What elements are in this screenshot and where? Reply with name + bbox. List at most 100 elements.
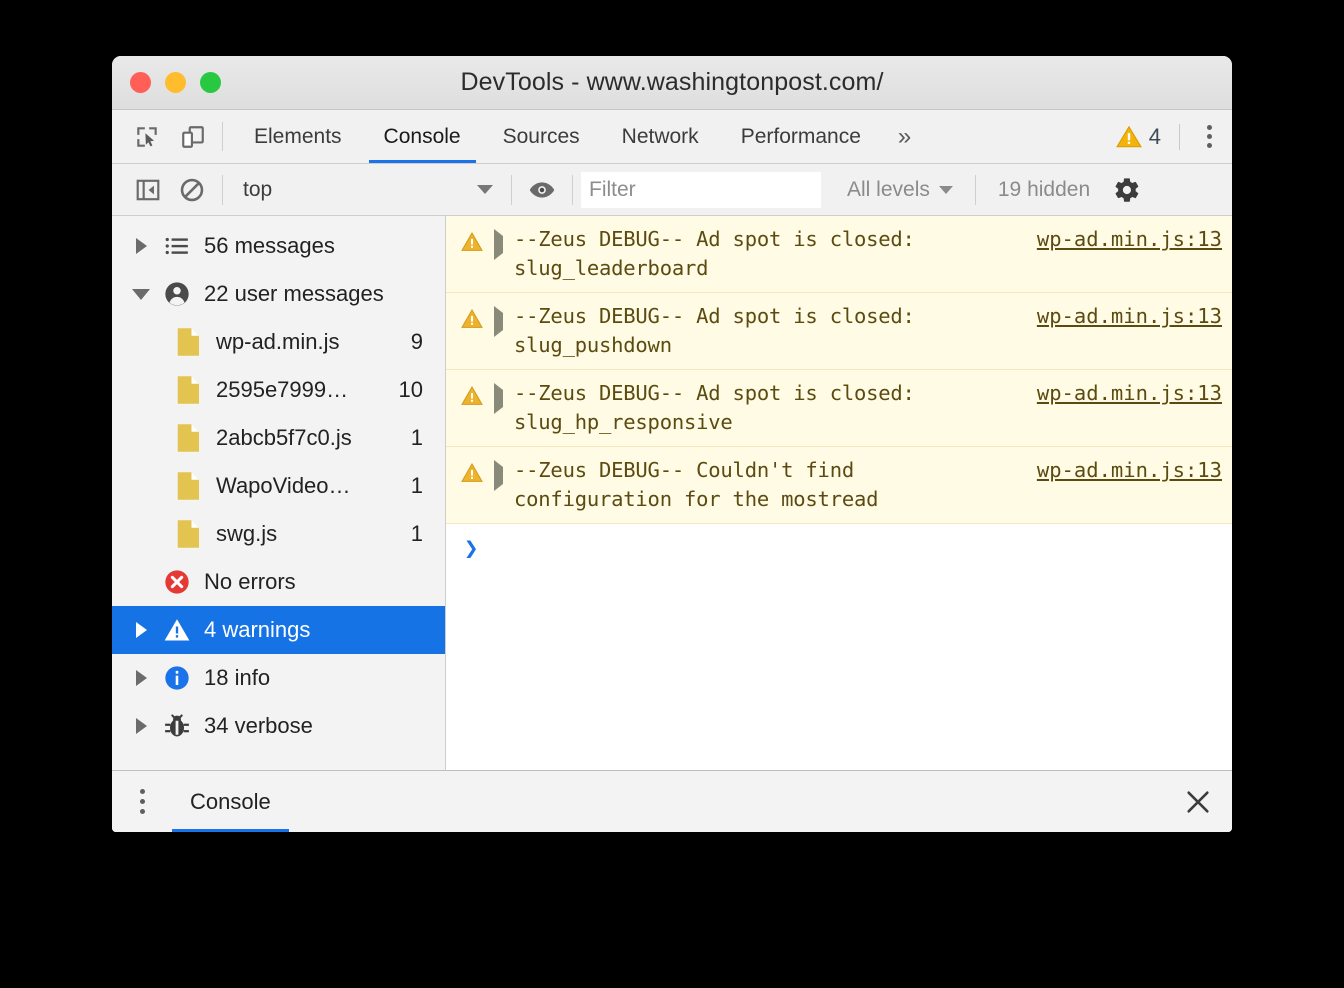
error-circle-icon (156, 568, 198, 596)
tab-network[interactable]: Network (601, 110, 720, 163)
expand-arrow-right-icon[interactable] (126, 622, 156, 638)
log-levels-label: All levels (847, 177, 930, 201)
console-message-source-link[interactable]: wp-ad.min.js:13 (1023, 378, 1222, 437)
execution-context-select[interactable]: top (231, 164, 503, 215)
sidebar-item-label: 4 warnings (204, 617, 311, 642)
more-tabs-chevron-icon[interactable]: » (882, 110, 927, 163)
sidebar-item-wp-ad-min-js[interactable]: wp-ad.min.js 9 (112, 318, 445, 366)
clear-console-icon[interactable] (170, 164, 214, 215)
sidebar-item-label: 22 user messages (204, 281, 384, 306)
warning-count-badge[interactable]: 4 (1104, 124, 1173, 150)
minimize-window-button[interactable] (165, 72, 186, 93)
zoom-window-button[interactable] (200, 72, 221, 93)
more-vertical-icon[interactable] (112, 771, 172, 832)
panel-tabs: Elements Console Sources Network Perform… (233, 110, 927, 163)
console-body: 56 messages 22 user messages wp-ad.min.j… (112, 216, 1232, 770)
sidebar-item-2abcb5f7c0-js[interactable]: 2abcb5f7c0.js 1 (112, 414, 445, 462)
expand-arrow-right-icon[interactable] (126, 670, 156, 686)
hidden-messages-label[interactable]: 19 hidden (984, 178, 1104, 202)
console-message-text: --Zeus DEBUG-- Couldn't find configurati… (514, 458, 879, 511)
console-message-row[interactable]: --Zeus DEBUG-- Ad spot is closed: slug_h… (446, 370, 1232, 447)
sidebar-item-label: wp-ad.min.js (216, 329, 340, 354)
sidebar-item-2595e7999[interactable]: 2595e7999… 10 (112, 366, 445, 414)
console-message-list: --Zeus DEBUG-- Ad spot is closed: slug_l… (446, 216, 1232, 770)
expand-message-arrow-icon[interactable] (494, 455, 514, 514)
sidebar-item-info[interactable]: 18 info (112, 654, 445, 702)
toolbar-divider-3 (572, 174, 573, 205)
js-file-icon (168, 327, 210, 357)
console-message-source-link[interactable]: wp-ad.min.js:13 (1023, 455, 1222, 514)
expand-message-arrow-icon[interactable] (494, 224, 514, 283)
sidebar-item-label: 18 info (204, 665, 271, 690)
console-message-text: --Zeus DEBUG-- Ad spot is closed: slug_l… (514, 227, 927, 280)
settings-gear-icon[interactable] (1104, 176, 1150, 204)
js-file-icon (168, 423, 210, 453)
console-message-source-link[interactable]: wp-ad.min.js:13 (1023, 224, 1222, 283)
warning-triangle-icon (460, 301, 494, 360)
more-vertical-icon[interactable] (1186, 125, 1232, 148)
console-message-source-link[interactable]: wp-ad.min.js:13 (1023, 301, 1222, 360)
filter-input[interactable] (581, 171, 821, 208)
expand-message-arrow-icon[interactable] (494, 301, 514, 360)
user-icon (156, 280, 198, 308)
sidebar-item-count: 1 (410, 521, 423, 546)
console-message-row[interactable]: --Zeus DEBUG-- Ad spot is closed: slug_l… (446, 216, 1232, 293)
log-levels-select[interactable]: All levels (833, 178, 967, 202)
warning-triangle-icon (1115, 125, 1142, 147)
console-sidebar: 56 messages 22 user messages wp-ad.min.j… (112, 216, 446, 770)
close-icon[interactable] (1164, 771, 1232, 832)
sidebar-item-label: 56 messages (204, 233, 335, 258)
sidebar-item-count: 1 (410, 425, 423, 450)
device-toolbar-icon[interactable] (170, 110, 216, 163)
drawer-tab-console[interactable]: Console (172, 771, 289, 832)
devtools-drawer: Console (112, 770, 1232, 832)
js-file-icon (168, 519, 210, 549)
console-message-row[interactable]: --Zeus DEBUG-- Ad spot is closed: slug_p… (446, 293, 1232, 370)
js-file-icon (168, 375, 210, 405)
traffic-lights (112, 72, 221, 93)
collapse-arrow-down-icon[interactable] (126, 288, 156, 300)
live-expression-eye-icon[interactable] (520, 164, 564, 215)
tabbar-right-group: 4 (1104, 110, 1232, 163)
tabbar-right-divider (1179, 123, 1180, 150)
expand-arrow-right-icon[interactable] (126, 718, 156, 734)
sidebar-item-errors[interactable]: No errors (112, 558, 445, 606)
tab-performance[interactable]: Performance (720, 110, 882, 163)
sidebar-item-count: 9 (410, 329, 423, 354)
tab-console[interactable]: Console (363, 110, 482, 163)
warning-triangle-icon (460, 455, 494, 514)
sidebar-item-messages[interactable]: 56 messages (112, 222, 445, 270)
inspect-element-icon[interactable] (124, 110, 170, 163)
warning-triangle-icon (460, 224, 494, 283)
sidebar-item-verbose[interactable]: 34 verbose (112, 702, 445, 750)
sidebar-item-label: 34 verbose (204, 713, 313, 738)
sidebar-item-label: swg.js (216, 521, 278, 546)
console-message-text: --Zeus DEBUG-- Ad spot is closed: slug_p… (514, 304, 927, 357)
toolbar-divider-1 (222, 174, 223, 205)
sidebar-item-label: 2abcb5f7c0.js (216, 425, 352, 450)
sidebar-item-wapovideo[interactable]: WapoVideo… 1 (112, 462, 445, 510)
window-titlebar: DevTools - www.washingtonpost.com/ (112, 56, 1232, 110)
tab-elements[interactable]: Elements (233, 110, 363, 163)
console-message-row[interactable]: --Zeus DEBUG-- Couldn't find configurati… (446, 447, 1232, 524)
list-icon (156, 233, 198, 259)
sidebar-item-label: No errors (204, 569, 296, 594)
expand-arrow-right-icon[interactable] (126, 238, 156, 254)
sidebar-item-label: WapoVideo… (216, 473, 351, 498)
tab-sources[interactable]: Sources (482, 110, 601, 163)
close-window-button[interactable] (130, 72, 151, 93)
js-file-icon (168, 471, 210, 501)
sidebar-item-warnings[interactable]: 4 warnings (112, 606, 445, 654)
sidebar-item-swg-js[interactable]: swg.js 1 (112, 510, 445, 558)
chevron-down-icon (477, 185, 493, 194)
console-prompt[interactable]: ❯ (446, 524, 1232, 770)
sidebar-item-user-messages[interactable]: 22 user messages (112, 270, 445, 318)
warning-triangle-icon (156, 616, 198, 644)
console-message-text: --Zeus DEBUG-- Ad spot is closed: slug_h… (514, 381, 927, 434)
console-toolbar: top All levels 19 hidden (112, 164, 1232, 216)
show-console-sidebar-icon[interactable] (126, 164, 170, 215)
expand-message-arrow-icon[interactable] (494, 378, 514, 437)
sidebar-item-count: 10 (398, 377, 423, 402)
sidebar-item-label: 2595e7999… (216, 377, 349, 402)
toolbar-divider-2 (511, 174, 512, 205)
